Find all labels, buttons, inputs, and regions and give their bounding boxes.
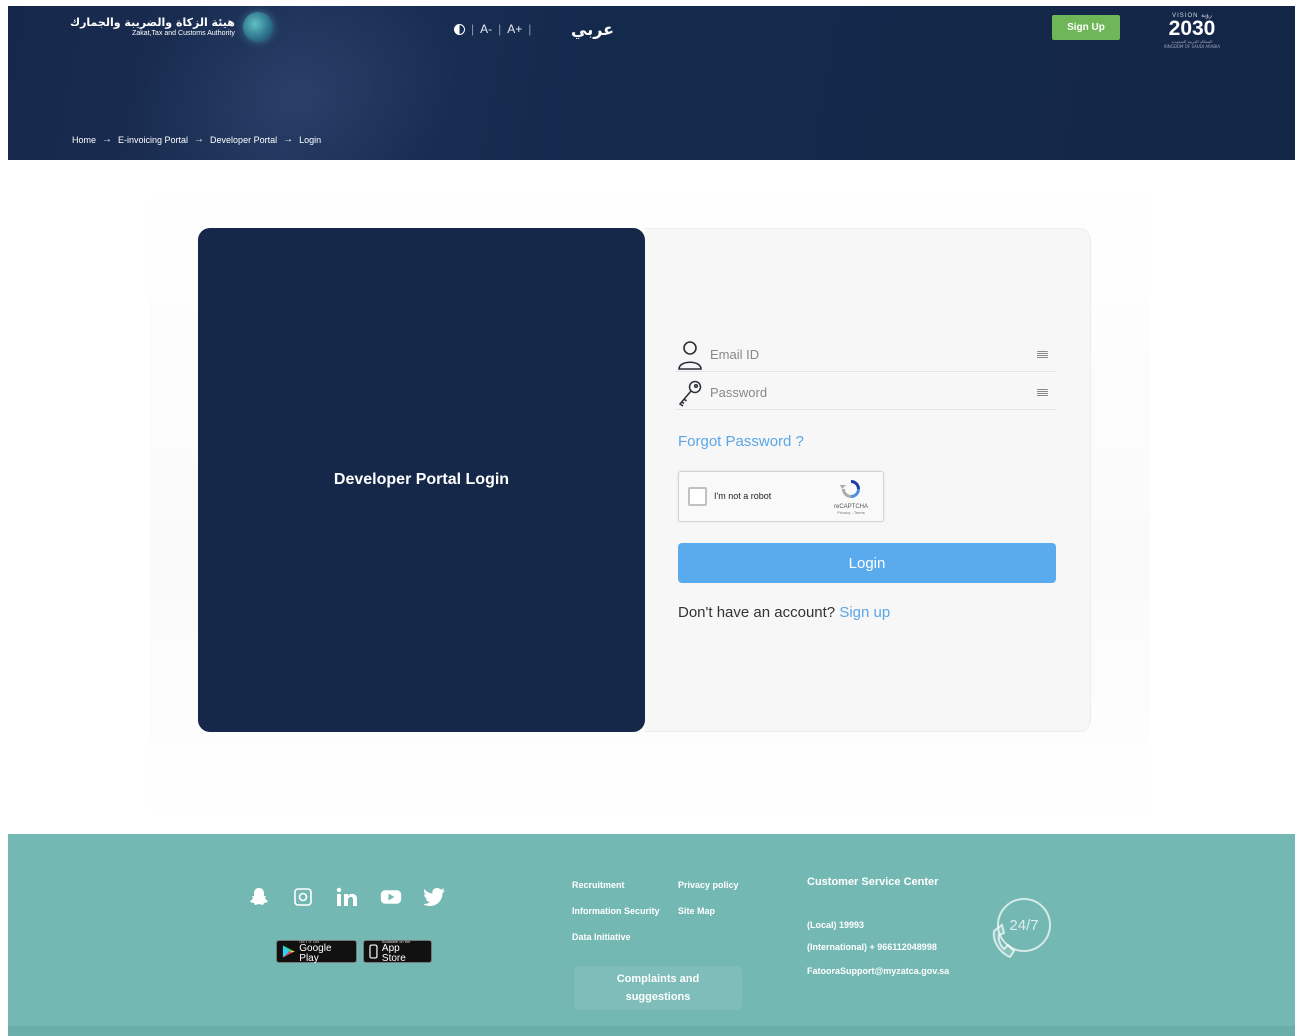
language-toggle[interactable]: عربي	[571, 20, 614, 39]
arrow-right-icon: →	[102, 134, 113, 145]
twitter-icon[interactable]	[424, 886, 446, 908]
recaptcha-icon	[840, 480, 860, 498]
breadcrumb-login: Login	[299, 134, 322, 145]
recaptcha-widget: I'm not a robot reCAPTCHA Privacy - Term…	[678, 471, 884, 522]
support-24-7-icon: 24/7	[992, 898, 1051, 959]
phone-icon	[369, 944, 378, 959]
instagram-icon[interactable]	[292, 886, 314, 908]
breadcrumb-developer-portal[interactable]: Developer Portal	[210, 135, 277, 145]
password-field	[676, 376, 1056, 410]
data-initiative-link[interactable]: Data Initiative	[572, 932, 631, 942]
csc-title: Customer Service Center	[807, 876, 939, 888]
accessibility-toolbar: | A- | A+ |	[454, 22, 531, 36]
email-field	[676, 338, 1056, 372]
font-increase-button[interactable]: A+	[507, 22, 522, 36]
recaptcha-links[interactable]: Privacy - Terms	[829, 510, 873, 515]
signup-button[interactable]: Sign Up	[1052, 15, 1120, 40]
recaptcha-logo: reCAPTCHA Privacy - Terms	[829, 478, 873, 515]
autofill-icon[interactable]	[1037, 388, 1048, 397]
signup-link[interactable]: Sign up	[839, 604, 890, 621]
google-play-icon	[282, 945, 295, 958]
panel-title: Developer Portal Login	[333, 471, 510, 488]
login-button[interactable]: Login	[678, 543, 1056, 583]
app-store-badge[interactable]: Available on the App Store	[363, 939, 432, 964]
site-map-link[interactable]: Site Map	[678, 906, 715, 916]
vision-bottom: المملكة العربية السعودية KINGDOM OF SAUD…	[1163, 39, 1221, 49]
font-decrease-button[interactable]: A-	[480, 22, 492, 36]
recaptcha-checkbox[interactable]	[688, 487, 707, 506]
apple-big-text: App Store	[381, 942, 406, 964]
contrast-icon[interactable]	[454, 23, 465, 35]
csc-email[interactable]: FatooraSupport@myzatca.gov.sa	[807, 966, 949, 976]
complaints-button[interactable]: Complaints and suggestions	[574, 966, 742, 1010]
vision-number: 2030	[1168, 17, 1216, 40]
breadcrumb-einvoicing[interactable]: E-invoicing Portal	[118, 135, 188, 145]
user-icon	[676, 340, 704, 370]
recaptcha-label: I'm not a robot	[714, 491, 772, 501]
complaints-line1: Complaints and	[616, 973, 700, 985]
google-big-text: Google Play	[299, 942, 332, 964]
logo-arabic: هيئة الزكاة والضريبة والجمارك	[70, 15, 235, 29]
csc-local[interactable]: (Local) 19993	[807, 920, 864, 930]
snapchat-icon[interactable]	[248, 886, 270, 908]
separator: |	[528, 22, 532, 36]
csc-international[interactable]: (International) + 966112048998	[807, 942, 937, 952]
vision-2030-logo: VISION رؤية 2030 المملكة العربية السعودي…	[1162, 12, 1222, 52]
zatca-logo[interactable]: هيئة الزكاة والضريبة والجمارك Zakat,Tax …	[70, 12, 273, 42]
autofill-icon[interactable]	[1037, 350, 1048, 359]
logo-emblem-icon	[242, 12, 273, 42]
information-security-link[interactable]: Information Security	[572, 906, 660, 916]
logo-english: Zakat,Tax and Customs Authority	[132, 29, 235, 37]
app-store-badges: GET IT ON Google Play Available on the A…	[276, 939, 432, 964]
login-banner-panel: Developer Portal Login	[198, 228, 645, 732]
badge-text: 24/7	[1009, 917, 1038, 934]
arrow-right-icon: →	[283, 134, 294, 145]
customer-service-center: Customer Service Center (Local) 19993 (I…	[807, 876, 949, 976]
separator: |	[471, 22, 475, 36]
no-account-row: Don't have an account? Sign up	[678, 604, 890, 621]
arrow-right-icon: →	[194, 134, 205, 145]
google-play-badge[interactable]: GET IT ON Google Play	[276, 939, 357, 964]
password-input[interactable]	[704, 385, 1037, 400]
linkedin-icon[interactable]	[336, 886, 358, 908]
email-input[interactable]	[704, 347, 1037, 362]
complaints-line2: suggestions	[625, 991, 691, 1003]
site-header: هيئة الزكاة والضريبة والجمارك Zakat,Tax …	[8, 6, 1295, 160]
no-account-text: Don't have an account?	[678, 604, 836, 621]
logo-text: هيئة الزكاة والضريبة والجمارك Zakat,Tax …	[70, 16, 235, 39]
recruitment-link[interactable]: Recruitment	[572, 880, 625, 890]
breadcrumb-home[interactable]: Home	[72, 135, 96, 145]
privacy-policy-link[interactable]: Privacy policy	[678, 880, 739, 890]
site-footer: GET IT ON Google Play Available on the A…	[8, 834, 1295, 1036]
footer-bottom-strip	[8, 1026, 1295, 1036]
forgot-password-link[interactable]: Forgot Password ?	[678, 433, 804, 450]
social-links	[248, 886, 446, 908]
breadcrumb: Home → E-invoicing Portal → Developer Po…	[72, 134, 321, 145]
key-icon	[676, 378, 704, 408]
youtube-icon[interactable]	[380, 886, 402, 908]
separator: |	[498, 22, 502, 36]
